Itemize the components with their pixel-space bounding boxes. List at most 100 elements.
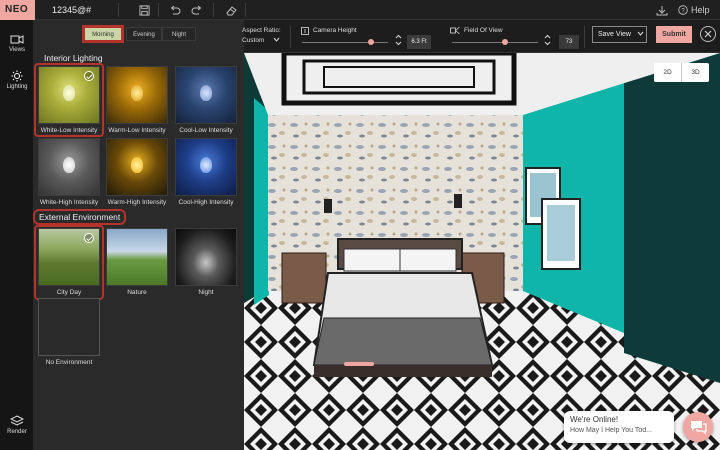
field-of-view-stepper[interactable] (544, 34, 551, 48)
room-render (244, 53, 720, 450)
stepper-arrows-icon (544, 34, 551, 46)
svg-text:?: ? (681, 8, 685, 14)
option-label: White-High Intensity (39, 199, 99, 206)
aspect-ratio-select[interactable]: Custom (242, 37, 280, 44)
lighting-thumbnail (106, 138, 168, 196)
selected-check-icon (84, 71, 94, 81)
bulb-icon (63, 157, 75, 173)
view-2d-button[interactable]: 2D (654, 63, 682, 82)
option-label: Night (198, 289, 214, 296)
chevron-down-icon (637, 31, 644, 36)
nav-lighting[interactable]: Lighting (0, 70, 34, 90)
option-label: Cool-High Intensity (178, 199, 234, 206)
view-mode-toggle: 2D 3D (654, 63, 709, 82)
bulb-icon (200, 85, 212, 101)
camera-height-stepper[interactable] (395, 34, 402, 47)
toolbar-divider (245, 3, 246, 17)
option-label: Warm-High Intensity (107, 199, 167, 206)
nav-lighting-label: Lighting (6, 84, 28, 90)
slider-knob[interactable] (502, 39, 508, 45)
lighting-thumbnail (106, 66, 168, 124)
option-label: Warm-Low Intensity (108, 127, 166, 134)
option-label: Cool-Low Intensity (179, 127, 233, 134)
environment-thumbnail (175, 228, 237, 286)
option-label: City Day (56, 289, 82, 296)
camera-height-slider[interactable] (302, 39, 388, 45)
option-label: Nature (127, 289, 147, 296)
aspect-ratio-label: Aspect Ratio: (242, 27, 281, 34)
bulb-icon (200, 157, 212, 173)
app-logo[interactable]: NEO (0, 0, 35, 20)
view-3d-button[interactable]: 3D (682, 63, 709, 82)
save-view-button[interactable]: Save View (592, 26, 647, 43)
environment-option-nature[interactable]: Nature (106, 228, 168, 296)
lighting-option-cool-high[interactable]: Cool-High Intensity (175, 138, 237, 206)
lighting-thumbnail (175, 138, 237, 196)
stepper-arrows-icon (395, 34, 402, 46)
camera-height-label: Camera Height (313, 27, 357, 34)
view-toolbar: Aspect Ratio: Custom Camera Height 6.3 F… (242, 20, 720, 53)
nav-views[interactable]: Views (0, 33, 34, 53)
project-name[interactable]: 12345@# (52, 0, 91, 20)
tab-morning[interactable]: Morning (82, 25, 124, 43)
toolbar-divider (584, 26, 585, 48)
toolbar-divider (213, 3, 214, 17)
lighting-option-warm-low[interactable]: Warm-Low Intensity (106, 66, 168, 134)
lighting-option-cool-low[interactable]: Cool-Low Intensity (175, 66, 237, 134)
slider-knob[interactable] (368, 39, 374, 45)
aspect-ratio-value: Custom (242, 37, 265, 44)
help-link[interactable]: ? Help (678, 0, 710, 20)
top-bar: NEO 12345@# ? Help (0, 0, 720, 20)
undo-icon[interactable] (168, 3, 182, 17)
room-3d-viewport[interactable]: 2D 3D (244, 53, 720, 450)
environment-option-night[interactable]: Night (175, 228, 237, 296)
sun-icon (11, 70, 23, 82)
toolbar-divider (290, 26, 291, 48)
tab-evening[interactable]: Evening (126, 27, 162, 41)
field-of-view-icon (450, 26, 460, 35)
selected-check-icon (84, 233, 94, 243)
lighting-panel: Morning Evening Night Interior Lighting … (33, 20, 244, 450)
field-of-view-value[interactable]: 73 (559, 35, 579, 49)
environment-option-none[interactable]: No Environment (38, 298, 100, 366)
chat-status: We're Online! (570, 415, 619, 424)
app-root: NEO 12345@# ? Help Views Lighting Render… (0, 0, 720, 450)
field-of-view-slider[interactable] (452, 39, 538, 45)
close-button[interactable] (700, 26, 716, 42)
close-icon (704, 30, 712, 38)
left-nav: Views Lighting Render (0, 20, 34, 450)
lighting-option-warm-high[interactable]: Warm-High Intensity (106, 138, 168, 206)
chat-bubble-icon (691, 421, 707, 435)
submit-button[interactable]: Submit (656, 26, 692, 43)
help-icon: ? (678, 5, 688, 15)
bulb-icon (63, 85, 75, 101)
environment-thumbnail (38, 228, 100, 286)
help-label: Help (691, 5, 710, 15)
camera-height-value[interactable]: 6.3 Ft (407, 35, 431, 49)
eraser-icon[interactable] (224, 3, 238, 17)
lighting-option-white-low[interactable]: White-Low Intensity (38, 66, 100, 134)
redo-icon[interactable] (190, 3, 204, 17)
toolbar-divider (118, 3, 119, 17)
external-environment-title: External Environment (33, 209, 127, 225)
camera-height-icon (301, 27, 309, 35)
environment-option-city-day[interactable]: City Day (38, 228, 100, 296)
lighting-option-white-high[interactable]: White-High Intensity (38, 138, 100, 206)
option-label: No Environment (45, 359, 93, 366)
field-of-view-label: Field Of View (464, 27, 503, 34)
environment-thumbnail (38, 298, 100, 356)
layers-icon (10, 415, 24, 426)
chat-launcher-button[interactable] (683, 412, 713, 442)
chat-prompt: How May I Help You Tod... (570, 427, 652, 434)
nav-views-label: Views (9, 47, 25, 53)
lighting-thumbnail (175, 66, 237, 124)
time-of-day-tabs: Morning Evening Night (82, 25, 196, 43)
download-icon[interactable] (655, 3, 669, 17)
save-icon[interactable] (137, 3, 151, 17)
chat-widget[interactable]: We're Online! How May I Help You Tod... (564, 411, 674, 443)
video-camera-icon (10, 35, 24, 44)
nav-render[interactable]: Render (0, 415, 34, 435)
tab-night[interactable]: Night (162, 27, 196, 41)
lighting-thumbnail (38, 138, 100, 196)
toolbar-divider (158, 3, 159, 17)
